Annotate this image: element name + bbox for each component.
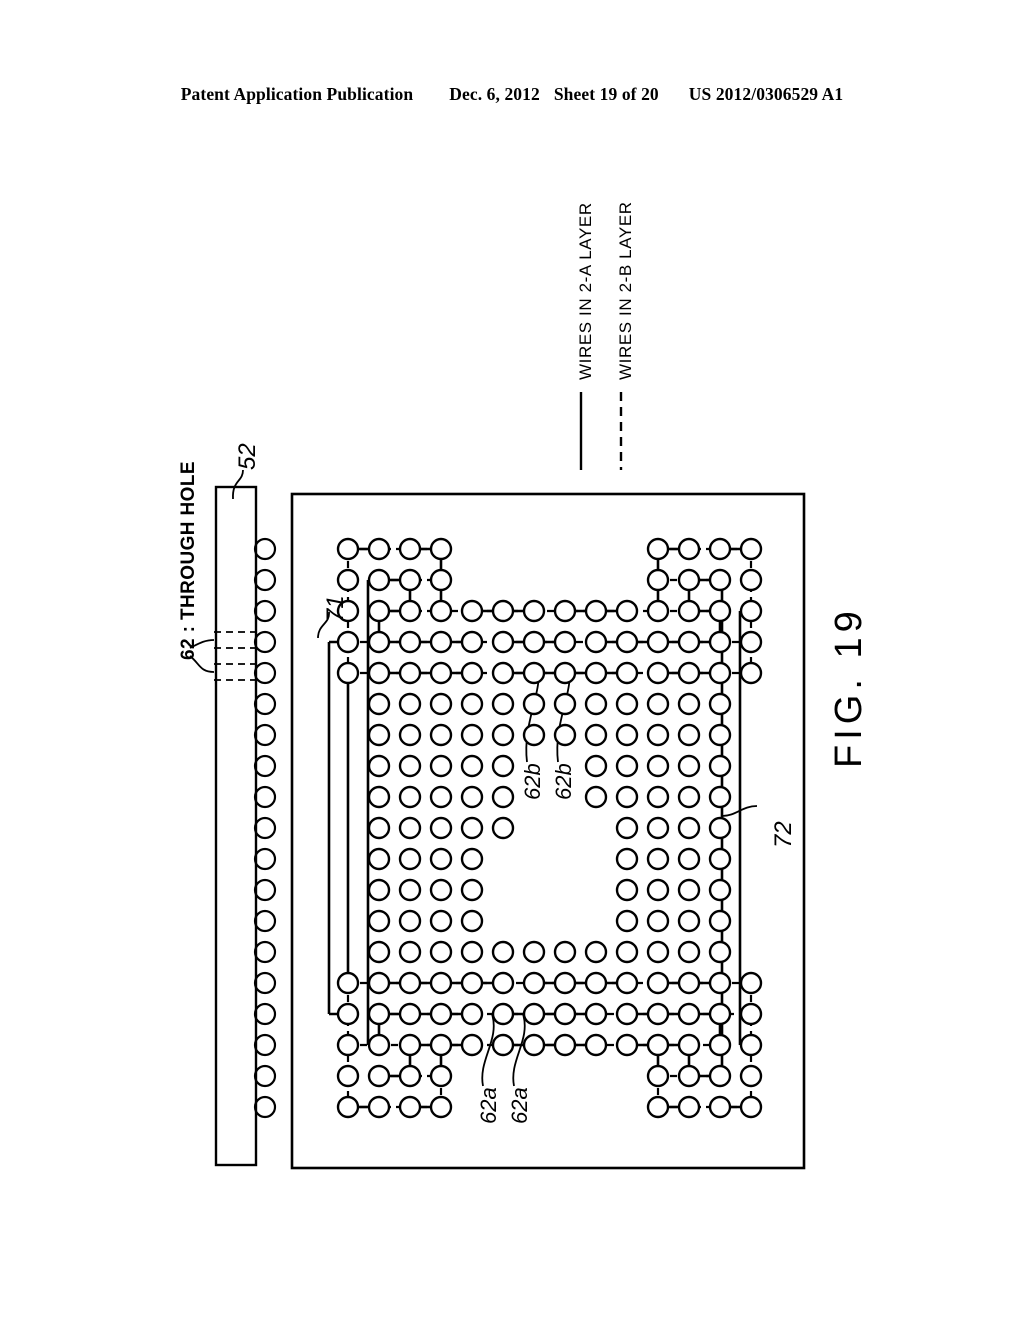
through-hole-grid — [336, 537, 763, 1119]
legend-label-2b: WIRES IN 2-B LAYER — [616, 201, 635, 380]
callout-62b-1: 62b — [520, 763, 545, 800]
callout-52: 52 — [234, 443, 261, 470]
leader-52 — [232, 469, 244, 500]
leader-62a-2 — [512, 1013, 526, 1087]
callout-62-through-hole: 62 : THROUGH HOLE — [178, 461, 199, 660]
leader-62a-1 — [481, 1013, 495, 1087]
strip-through-holes — [253, 537, 277, 1119]
through-hole-dashed-indicators — [214, 631, 256, 681]
figure-title: FIG. 19 — [828, 606, 870, 768]
callout-71: 71 — [322, 595, 349, 622]
callout-62b-2: 62b — [551, 763, 576, 800]
strip-52-body — [214, 485, 258, 1167]
callout-62a-2: 62a — [507, 1087, 532, 1124]
figure-19: WIRES IN 2-A LAYER WIRES IN 2-B LAYER 62… — [0, 0, 1024, 1320]
legend-label-2a: WIRES IN 2-A LAYER — [576, 202, 595, 380]
callout-72: 72 — [770, 821, 797, 848]
callout-62a-1: 62a — [476, 1087, 501, 1124]
